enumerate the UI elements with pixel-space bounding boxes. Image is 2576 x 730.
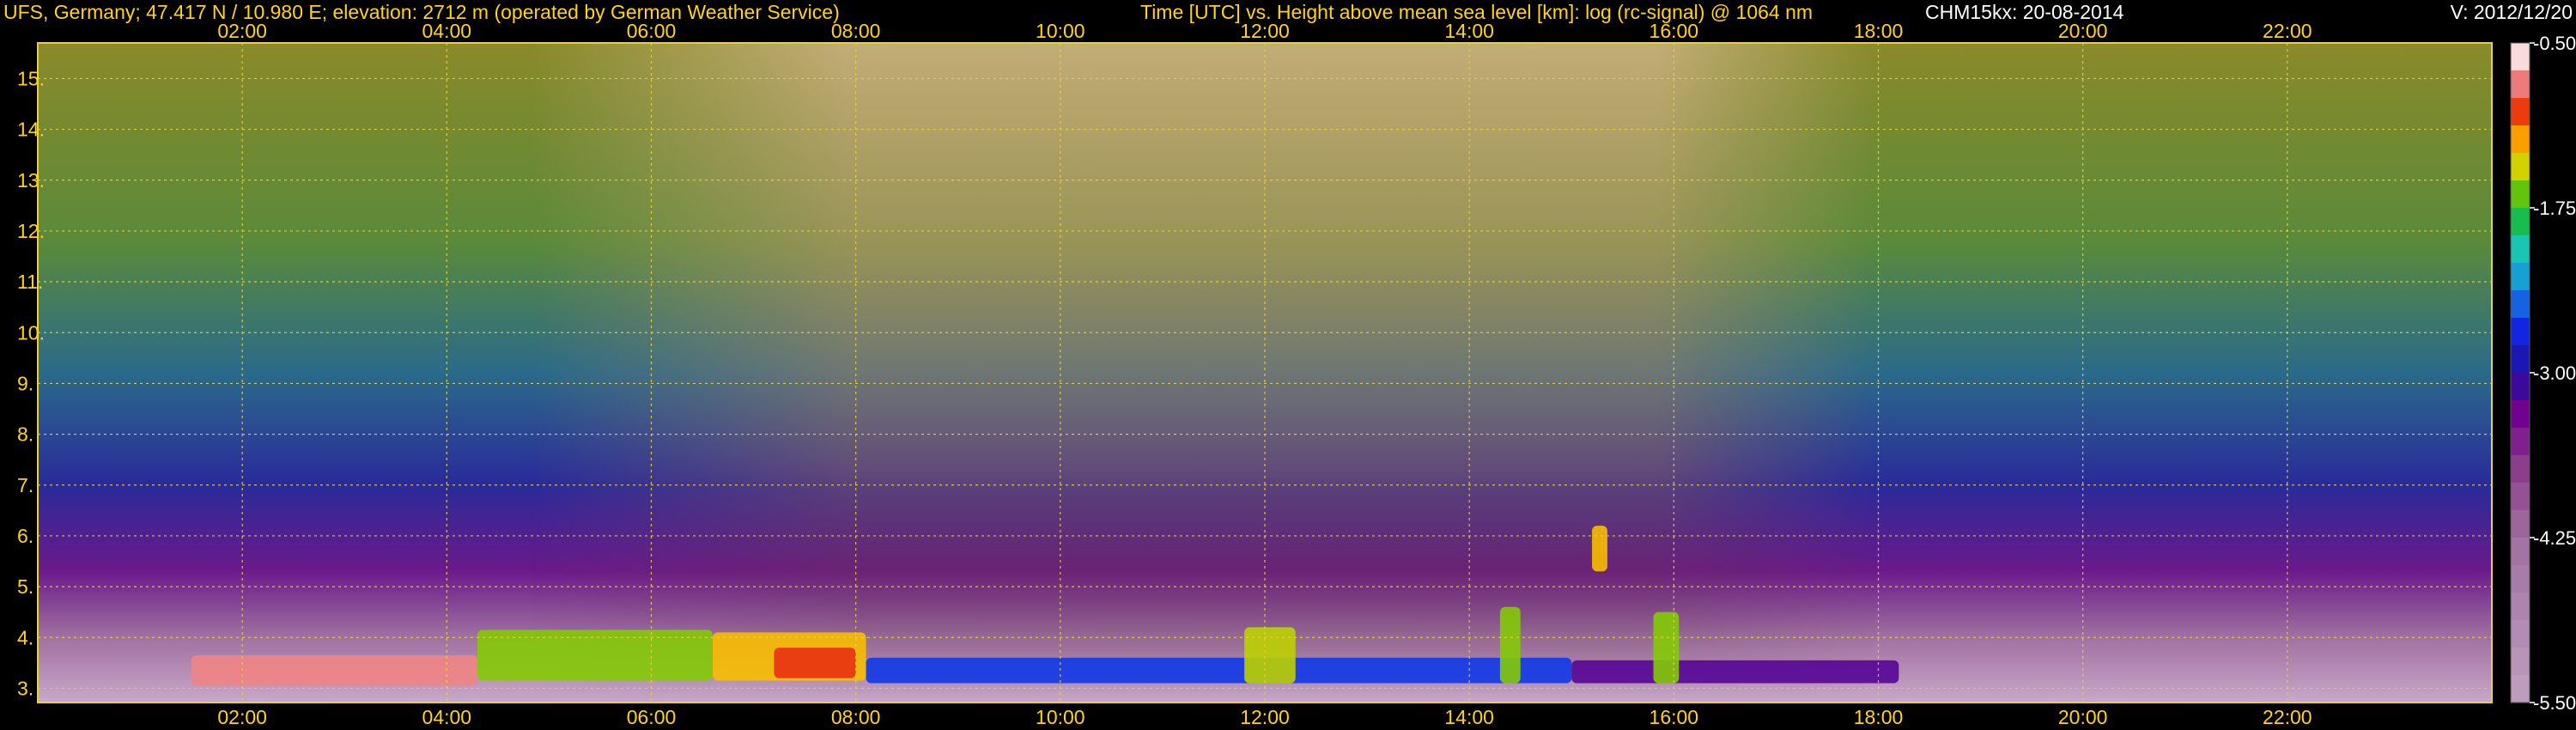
y-tick-label: 12. [17,220,45,242]
y-tick-label: 9. [17,372,33,394]
y-tick-label: 11. [17,271,43,293]
station-info: UFS, Germany; 47.417 N / 10.980 E; eleva… [3,1,840,23]
x-tick-top-label: 22:00 [2263,20,2312,42]
colorbar-segment [2511,455,2530,484]
x-ticks-bottom: 02:00 04:00 06:00 08:00 10:00 12:00 14:00 16:00… [217,706,2312,728]
colorbar-segment [2511,318,2530,346]
colorbar-segment [2511,70,2530,99]
x-tick-bottom-label: 22:00 [2263,706,2312,728]
version-label: V: 2012/12/20 [2451,1,2573,23]
colorbar-tick-label: -3.00 [2533,362,2576,384]
colorbar-segment [2511,538,2530,566]
x-tick-bottom-label: 16:00 [1649,706,1699,728]
colorbar-segment [2511,400,2530,429]
x-tick-bottom-label: 10:00 [1036,706,1085,728]
colorbar-segment [2511,593,2530,621]
colorbar: -0.50 -1.75 -3.00 -4.25 -5.50 [2510,33,2576,714]
instrument-date: CHM15kx: 20-08-2014 [1925,1,2124,23]
cloud-layer-6 [1571,660,1899,684]
x-tick-top-label: 10:00 [1036,20,1085,42]
colorbar-segment [2511,125,2530,154]
colorbar-segment [2511,483,2530,511]
x-tick-bottom-label: 18:00 [1854,706,1904,728]
colorbar-tick-label: -1.75 [2533,198,2576,219]
colorbar-segment [2511,565,2530,593]
y-tick-label: 7. [17,474,33,496]
colorbar-segment [2511,180,2530,209]
colorbar-segment [2511,675,2530,703]
x-tick-bottom-label: 20:00 [2058,706,2108,728]
y-tick-label: 8. [17,423,33,446]
colorbar-segment [2511,43,2530,71]
ceilometer-chart: 02:00 04:00 06:00 08:00 10:00 12:00 14:00 16:00… [3,1,2576,728]
colorbar-segment [2511,648,2530,676]
cloud-layer-10 [1653,611,1680,684]
colorbar-segment [2511,345,2530,374]
colorbar-tick-label: -5.50 [2533,692,2576,714]
colorbar-segment [2511,235,2530,264]
y-tick-label: 13. [17,169,45,192]
colorbar-segment [2511,428,2530,456]
colorbar-segment [2511,620,2530,648]
cloud-layer-4 [774,648,856,678]
x-tick-top-label: 18:00 [1854,20,1904,42]
y-tick-label: 3. [17,677,33,699]
chart-description: Time [UTC] vs. Height above mean sea lev… [1140,1,1813,23]
x-tick-bottom-label: 14:00 [1444,706,1494,728]
colorbar-segment [2511,263,2530,291]
colorbar-segment [2511,510,2530,538]
x-tick-bottom-label: 04:00 [422,706,472,728]
cloud-layer-5 [866,657,1572,684]
y-tick-label: 15. [17,67,45,89]
x-tick-bottom-label: 06:00 [627,706,677,728]
cloud-layer-7 [1244,627,1296,684]
y-tick-label: 4. [17,626,33,648]
colorbar-segment [2511,290,2530,319]
y-tick-label: 5. [17,575,33,598]
y-tick-label: 10. [17,321,45,344]
colorbar-segment [2511,373,2530,401]
cloud-layer-9 [1592,526,1607,572]
colorbar-tick-label: -4.25 [2533,527,2576,549]
cloud-layer-8 [1499,606,1521,684]
colorbar-segment [2511,208,2530,236]
colorbar-tick-label: -0.50 [2533,33,2576,54]
colorbar-segment [2511,98,2530,126]
x-tick-bottom-label: 12:00 [1240,706,1290,728]
x-tick-bottom-label: 08:00 [831,706,881,728]
y-tick-label: 6. [17,525,33,547]
x-tick-bottom-label: 02:00 [217,706,267,728]
cloud-layer-1 [191,654,478,686]
y-tick-label: 14. [17,119,45,141]
colorbar-segment [2511,153,2530,181]
